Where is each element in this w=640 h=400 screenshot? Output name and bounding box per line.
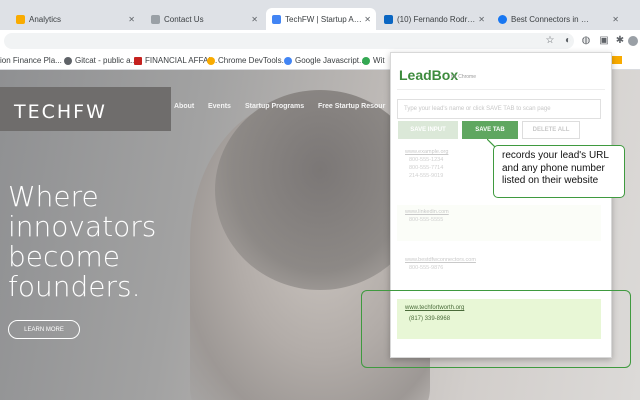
leadbox-extension-icon[interactable]: ▣ (598, 35, 610, 47)
callout-line: records your lead's URL (502, 150, 609, 161)
delete-all-button[interactable]: DELETE ALL (522, 121, 580, 139)
hero-headline: Where innovators become founders. (8, 182, 156, 302)
tab-label: Analytics (29, 14, 62, 24)
save-tab-button[interactable]: SAVE TAB (462, 121, 518, 139)
highlight-frame (361, 290, 631, 368)
site-logo[interactable]: TECHFW (14, 101, 107, 123)
page-icon (151, 14, 160, 24)
callout-line: and any phone number (502, 162, 605, 174)
bookmark-item[interactable]: ion Finance Pla... (0, 56, 62, 65)
bookmark-item[interactable] (612, 56, 622, 64)
close-icon[interactable]: ✕ (612, 15, 619, 24)
address-bar-row: ☆ ◐ ◍ ▣ ✱ (0, 30, 640, 52)
bookmark-label: Gitcat - public a... (75, 56, 138, 65)
hero-line: Where (8, 180, 99, 213)
lead-phone[interactable]: 800-555-9876 (405, 264, 593, 272)
hero-line: innovators (8, 210, 157, 243)
bookmark-icon (362, 56, 370, 65)
lead-phone[interactable]: 800-555-5555 (405, 216, 593, 224)
tab-label: Best Connectors in DFW (2 (511, 14, 591, 24)
tab-linkedin[interactable]: (10) Fernando Rodriguez | L ✕ (378, 8, 490, 30)
bookmark-item[interactable]: Gitcat - public a... (64, 56, 137, 65)
close-icon[interactable]: ✕ (251, 15, 258, 24)
techfw-icon (272, 14, 281, 24)
leadbox-subtitle: for Chrome (451, 74, 477, 80)
divider (397, 89, 605, 90)
extension-icon-2[interactable]: ◍ (580, 35, 592, 47)
hero-line: become (8, 240, 121, 273)
save-input-button[interactable]: SAVE INPUT (398, 121, 458, 139)
bookmark-item[interactable]: Chrome DevTools... (207, 56, 288, 65)
bookmark-label: Wit (373, 56, 385, 65)
facebook-icon (498, 14, 507, 24)
bookmark-item[interactable]: Google Javascript... (284, 56, 366, 65)
bookmark-item[interactable]: Wit (362, 56, 385, 65)
callout-line: listed on their website (502, 175, 599, 186)
leadbox-title: LeadBox (399, 67, 459, 83)
nav-free-startup-resources[interactable]: Free Startup Resour (318, 103, 385, 110)
close-icon[interactable]: ✕ (128, 15, 135, 24)
nav-startup-programs[interactable]: Startup Programs (245, 103, 304, 110)
bookmark-label: Google Javascript... (295, 56, 366, 65)
tab-techfw[interactable]: TechFW | Startup Accelerat ✕ (266, 8, 376, 30)
bookmark-label: ion Finance Pla... (0, 56, 62, 65)
address-bar[interactable] (4, 33, 574, 49)
annotation-callout: records your lead's URL and any phone nu… (493, 145, 625, 198)
star-icon[interactable]: ☆ (544, 35, 556, 47)
close-icon[interactable]: ✕ (364, 15, 371, 24)
chrome-icon (207, 56, 215, 65)
folder-icon (612, 56, 622, 64)
github-icon (64, 56, 72, 65)
close-icon[interactable]: ✕ (478, 15, 485, 24)
bookmark-item[interactable]: FINANCIAL AFFAI... (134, 56, 217, 65)
lead-url[interactable]: www.bestdfwconnectors.com (405, 256, 593, 264)
avatar[interactable] (628, 36, 638, 46)
google-icon (284, 56, 292, 65)
learn-more-button[interactable]: LEARN MORE (8, 320, 80, 339)
bookmark-label: Chrome DevTools... (218, 56, 289, 65)
tab-label: Contact Us (164, 14, 204, 24)
nav-about[interactable]: About (174, 103, 194, 110)
tab-analytics[interactable]: Analytics ✕ (10, 8, 140, 30)
bookmark-icon (134, 56, 142, 65)
lead-item: www.linkedin.com 800-555-5555 (397, 205, 601, 241)
lead-name-input[interactable]: Type your lead's name or click SAVE TAB … (397, 99, 601, 119)
analytics-icon (16, 14, 25, 24)
linkedin-icon (384, 14, 393, 24)
lead-item: www.bestdfwconnectors.com 800-555-9876 (397, 253, 601, 275)
extension-icon[interactable]: ◐ (562, 35, 574, 47)
puzzle-icon[interactable]: ✱ (614, 35, 626, 47)
tab-facebook[interactable]: Best Connectors in DFW (2 ✕ (492, 8, 624, 30)
tab-label: TechFW | Startup Accelerat (285, 14, 365, 24)
browser-tab-strip: Analytics ✕ Contact Us ✕ TechFW | Startu… (0, 0, 640, 30)
tab-label: (10) Fernando Rodriguez | L (397, 14, 477, 24)
hero-line: founders. (8, 270, 141, 303)
tab-contact-us[interactable]: Contact Us ✕ (145, 8, 263, 30)
lead-url[interactable]: www.linkedin.com (405, 208, 593, 216)
nav-events[interactable]: Events (208, 103, 231, 110)
